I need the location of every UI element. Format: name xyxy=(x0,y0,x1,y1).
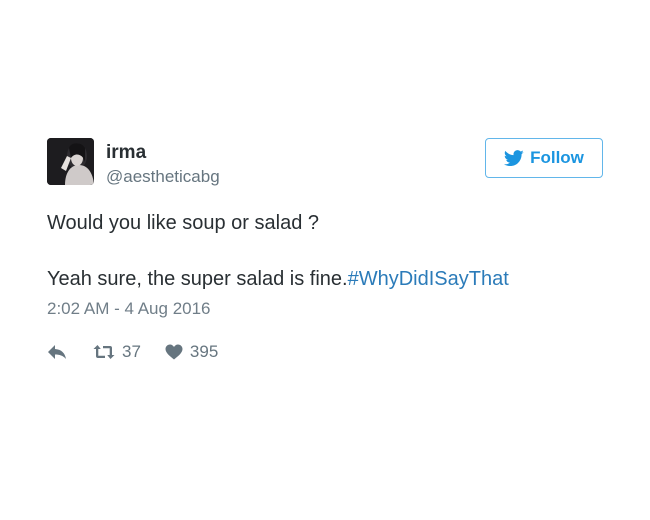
heart-icon xyxy=(165,344,183,360)
user-handle[interactable]: @aestheticabg xyxy=(106,166,220,188)
tweet-text-line2: Yeah sure, the super salad is fine.#WhyD… xyxy=(47,266,603,292)
retweet-count: 37 xyxy=(122,342,141,361)
follow-button[interactable]: Follow xyxy=(485,138,603,178)
retweet-icon xyxy=(93,344,115,360)
hashtag-link[interactable]: #WhyDidISayThat xyxy=(348,268,509,290)
tweet-text-line1: Would you like soup or salad ? xyxy=(47,212,320,234)
reply-icon xyxy=(47,344,67,360)
display-name[interactable]: irma xyxy=(106,142,220,164)
twitter-bird-icon xyxy=(504,149,524,167)
avatar-image xyxy=(47,138,94,185)
reply-button[interactable] xyxy=(47,344,67,360)
author-names: irma @aestheticabg xyxy=(106,142,220,188)
like-count: 395 xyxy=(189,342,219,361)
tweet-header: irma @aestheticabg Follow xyxy=(47,138,603,190)
tweet-actions: 37 395 xyxy=(47,342,603,362)
tweet-text: Yeah sure, the super salad is fine. xyxy=(47,268,348,290)
tweet-timestamp[interactable]: 2:02 AM - 4 Aug 2016 xyxy=(47,298,603,320)
follow-label: Follow xyxy=(530,148,584,167)
like-button[interactable]: 395 xyxy=(165,342,218,362)
avatar[interactable] xyxy=(47,138,94,185)
tweet-card: irma @aestheticabg Follow Would you like… xyxy=(47,138,603,362)
retweet-button[interactable]: 37 xyxy=(93,342,141,362)
